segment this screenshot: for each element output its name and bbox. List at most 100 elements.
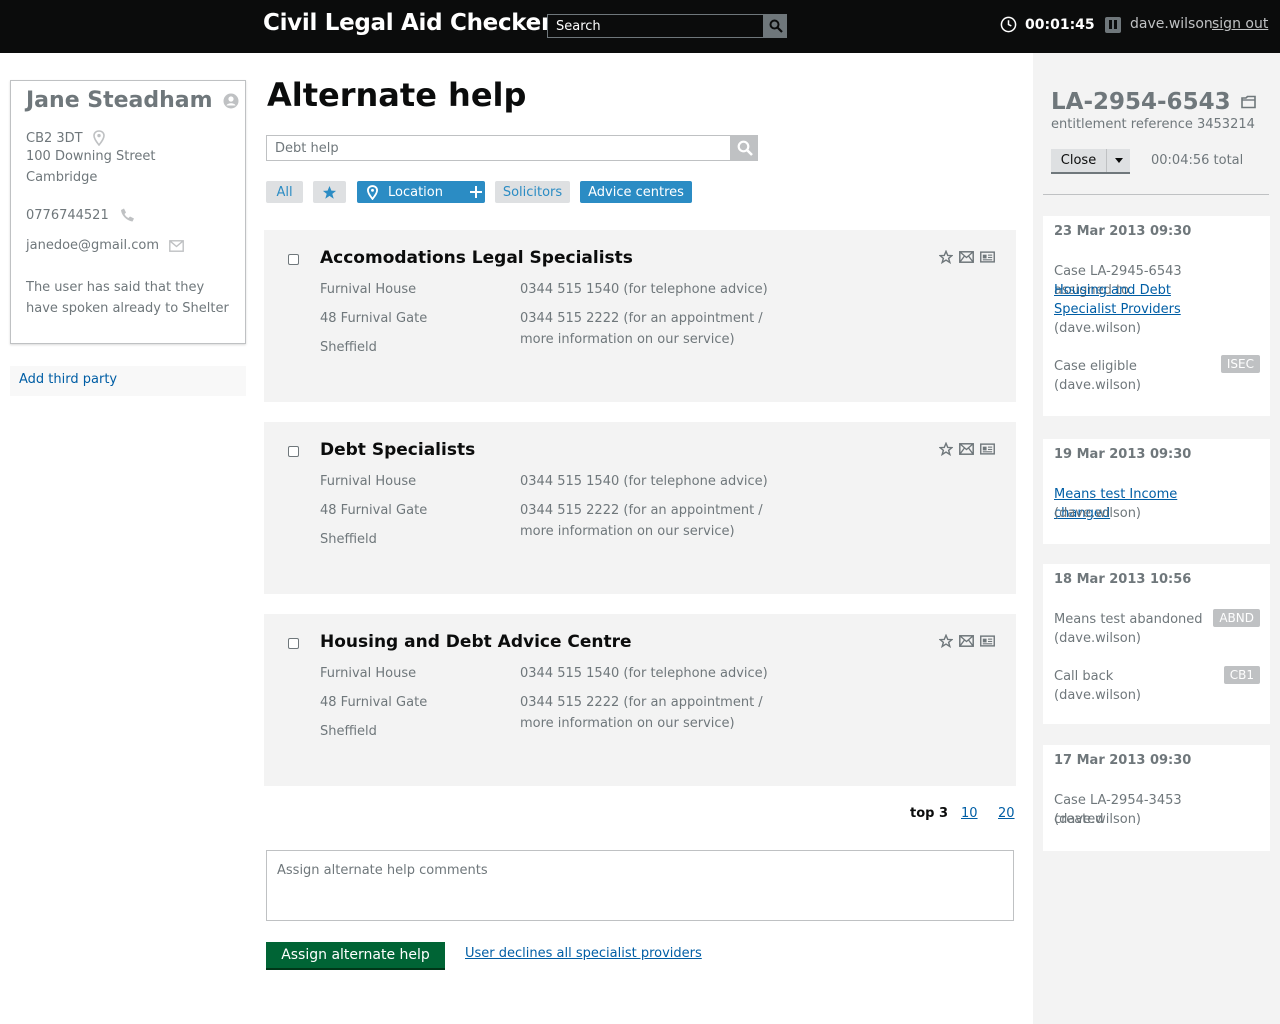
- filter-advice-centres[interactable]: Advice centres: [580, 181, 692, 203]
- details-card-icon[interactable]: [980, 634, 995, 648]
- telephone-appointment: 0344 515 2222 (for an appointment / more…: [520, 503, 763, 539]
- email-row: janedoe@gmail.com: [26, 238, 184, 253]
- event-user: (dave.wilson): [1054, 321, 1142, 336]
- star-icon[interactable]: [938, 634, 953, 648]
- search-icon[interactable]: [731, 135, 758, 161]
- address-line: 48 Furnival Gate: [320, 311, 428, 326]
- star-icon: [322, 185, 337, 199]
- pager-option-10[interactable]: 10: [961, 806, 978, 821]
- event-text: Means test abandoned: [1054, 612, 1203, 627]
- provider-name[interactable]: Housing and Debt Advice Centre: [320, 632, 632, 652]
- address-line: 48 Furnival Gate: [320, 695, 428, 710]
- provider-search-input[interactable]: [266, 135, 731, 161]
- result-checkbox[interactable]: [288, 638, 299, 649]
- email-icon[interactable]: [169, 239, 184, 252]
- case-reference-row: LA-2954-6543: [1051, 89, 1256, 115]
- provider-result: Housing and Debt Advice Centre Furnival …: [264, 614, 1016, 786]
- event-date: 19 Mar 2013 09:30: [1054, 447, 1192, 462]
- email: janedoe@gmail.com: [26, 238, 160, 253]
- close-case-button[interactable]: Close: [1051, 149, 1130, 174]
- pager-option-20[interactable]: 20: [998, 806, 1015, 821]
- timeline-event: 18 Mar 2013 10:56 Means test abandoned (…: [1043, 564, 1270, 724]
- timer-value: 00:01:45: [1025, 16, 1095, 33]
- location-pin-icon: [367, 184, 378, 200]
- provider-name[interactable]: Accomodations Legal Specialists: [320, 248, 633, 268]
- search-icon[interactable]: [764, 14, 787, 38]
- status-badge: ISEC: [1220, 355, 1260, 373]
- sign-out-link[interactable]: sign out: [1212, 16, 1268, 32]
- phone-icon[interactable]: [119, 207, 135, 223]
- address-line: Sheffield: [320, 340, 377, 355]
- result-actions: [938, 442, 995, 456]
- street: 100 Downing Street: [26, 149, 156, 164]
- person-name: Jane Steadham: [26, 88, 213, 113]
- pause-icon[interactable]: [1104, 16, 1121, 33]
- telephone-advice: 0344 515 1540 (for telephone advice): [520, 282, 768, 297]
- plus-icon[interactable]: [469, 186, 482, 198]
- timeline-event: 17 Mar 2013 09:30 Case LA-2954-3453 crea…: [1043, 745, 1270, 851]
- timeline-event: 19 Mar 2013 09:30 Means test Income chan…: [1043, 439, 1270, 544]
- app-title[interactable]: Civil Legal Aid Checker: [263, 10, 552, 36]
- filter-favourites[interactable]: [313, 181, 346, 203]
- clock-icon: [1000, 16, 1017, 33]
- provider-result: Debt Specialists Furnival House 48 Furni…: [264, 422, 1016, 594]
- phone-row: 0776744521: [26, 207, 135, 223]
- chevron-down-icon[interactable]: [1106, 149, 1130, 172]
- star-icon[interactable]: [938, 442, 953, 456]
- header-search: [547, 14, 787, 38]
- telephone-appointment: 0344 515 2222 (for an appointment / more…: [520, 311, 763, 347]
- telephone-appointment: 0344 515 2222 (for an appointment / more…: [520, 695, 763, 731]
- filter-location[interactable]: Location: [357, 181, 485, 203]
- comments-textarea[interactable]: [266, 850, 1014, 921]
- email-icon[interactable]: [959, 634, 974, 648]
- person-card: Jane Steadham CB2 3DT 100 Downing Street…: [10, 80, 246, 344]
- email-icon[interactable]: [959, 250, 974, 264]
- folder-icon[interactable]: [1240, 95, 1256, 109]
- provider-search: [266, 135, 758, 161]
- result-checkbox[interactable]: [288, 254, 299, 265]
- address-line: Sheffield: [320, 532, 377, 547]
- filter-location-label: Location: [388, 184, 443, 200]
- phone: 0776744521: [26, 207, 109, 223]
- details-card-icon[interactable]: [980, 250, 995, 264]
- event-user: (dave.wilson): [1054, 812, 1142, 827]
- username: dave.wilson: [1130, 16, 1213, 32]
- result-checkbox[interactable]: [288, 446, 299, 457]
- address-line: Furnival House: [320, 666, 417, 681]
- case-reference: LA-2954-6543: [1051, 89, 1231, 115]
- assigned-provider-link[interactable]: Housing and Debt Specialist Providers: [1054, 283, 1181, 317]
- event-date: 17 Mar 2013 09:30: [1054, 753, 1192, 768]
- decline-providers-link[interactable]: User declines all specialist providers: [465, 946, 702, 961]
- provider-name[interactable]: Debt Specialists: [320, 440, 475, 460]
- event-user: (dave.wilson): [1054, 631, 1142, 646]
- event-user: (dave.wilson): [1054, 688, 1142, 703]
- add-third-party-link[interactable]: Add third party: [10, 366, 246, 396]
- assign-alternate-help-button[interactable]: Assign alternate help: [266, 942, 445, 968]
- timeline-event: 23 Mar 2013 09:30 Case LA-2945-6543 assi…: [1043, 216, 1270, 416]
- status-badge: ABND: [1213, 609, 1260, 627]
- user-icon[interactable]: [223, 93, 239, 109]
- filter-all[interactable]: All: [266, 181, 303, 203]
- provider-result: Accomodations Legal Specialists Furnival…: [264, 230, 1016, 402]
- call-timer: 00:01:45: [1000, 16, 1121, 33]
- telephone-advice: 0344 515 1540 (for telephone advice): [520, 666, 768, 681]
- event-user: (dave.wilson): [1054, 506, 1142, 521]
- event-date: 23 Mar 2013 09:30: [1054, 224, 1192, 239]
- location-pin-icon[interactable]: [92, 130, 105, 146]
- total-time: 00:04:56 total: [1151, 153, 1244, 168]
- star-icon[interactable]: [938, 250, 953, 264]
- details-card-icon[interactable]: [980, 442, 995, 456]
- filter-solicitors[interactable]: Solicitors: [495, 181, 570, 203]
- header-search-input[interactable]: [547, 14, 764, 38]
- email-icon[interactable]: [959, 442, 974, 456]
- address-line: Sheffield: [320, 724, 377, 739]
- event-text: Call back: [1054, 669, 1114, 684]
- status-badge: CB1: [1223, 666, 1260, 684]
- telephone-advice: 0344 515 1540 (for telephone advice): [520, 474, 768, 489]
- postcode-row: CB2 3DT: [26, 130, 105, 146]
- close-button-label[interactable]: Close: [1051, 149, 1106, 172]
- pager-current: top 3: [910, 806, 949, 821]
- result-actions: [938, 634, 995, 648]
- entitlement-reference: entitlement reference 3453214: [1051, 117, 1255, 132]
- address-line: Furnival House: [320, 282, 417, 297]
